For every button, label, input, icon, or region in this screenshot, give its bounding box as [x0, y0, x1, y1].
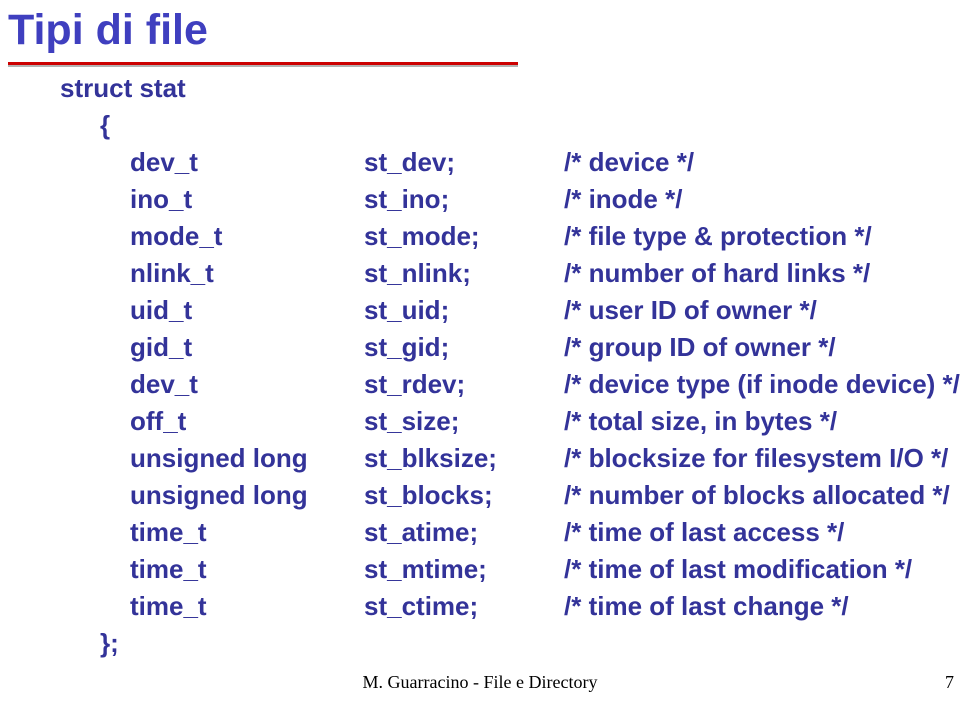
row-type: time_t	[130, 514, 364, 551]
row-type: ino_t	[130, 181, 364, 218]
slide: Tipi di file struct stat { dev_tst_dev;/…	[0, 0, 960, 705]
row-comment: /* device */	[564, 144, 694, 181]
row-field: st_gid;	[364, 329, 564, 366]
struct-row: time_tst_atime;/* time of last access */	[60, 514, 930, 551]
struct-row: dev_tst_dev;/* device */	[60, 144, 930, 181]
row-comment: /* time of last modification */	[564, 551, 912, 588]
row-type: nlink_t	[130, 255, 364, 292]
row-comment: /* number of blocks allocated */	[564, 477, 950, 514]
row-field: st_atime;	[364, 514, 564, 551]
struct-row: gid_tst_gid;/* group ID of owner */	[60, 329, 930, 366]
struct-row: time_tst_ctime;/* time of last change */	[60, 588, 930, 625]
row-comment: /* blocksize for filesystem I/O */	[564, 440, 948, 477]
row-field: st_blocks;	[364, 477, 564, 514]
struct-row: dev_tst_rdev;/* device type (if inode de…	[60, 366, 930, 403]
row-field: st_ctime;	[364, 588, 564, 625]
row-comment: /* inode */	[564, 181, 682, 218]
row-type: dev_t	[130, 366, 364, 403]
row-type: time_t	[130, 551, 364, 588]
row-field: st_uid;	[364, 292, 564, 329]
row-type: dev_t	[130, 144, 364, 181]
brace-close: };	[60, 625, 930, 662]
slide-title: Tipi di file	[8, 6, 208, 55]
struct-row: mode_tst_mode;/* file type & protection …	[60, 218, 930, 255]
row-field: st_size;	[364, 403, 564, 440]
row-comment: /* file type & protection */	[564, 218, 872, 255]
row-comment: /* group ID of owner */	[564, 329, 836, 366]
struct-decl: struct stat	[60, 70, 930, 107]
row-comment: /* number of hard links */	[564, 255, 870, 292]
row-type: mode_t	[130, 218, 364, 255]
footer-text: M. Guarracino - File e Directory	[0, 672, 960, 693]
row-field: st_mtime;	[364, 551, 564, 588]
row-comment: /* total size, in bytes */	[564, 403, 837, 440]
row-comment: /* time of last change */	[564, 588, 849, 625]
row-field: st_rdev;	[364, 366, 564, 403]
row-comment: /* time of last access */	[564, 514, 844, 551]
divider-gray	[8, 65, 518, 67]
row-field: st_mode;	[364, 218, 564, 255]
struct-row: uid_tst_uid;/* user ID of owner */	[60, 292, 930, 329]
row-type: unsigned long	[130, 440, 364, 477]
row-comment: /* device type (if inode device) */	[564, 366, 960, 403]
row-field: st_ino;	[364, 181, 564, 218]
struct-row: time_tst_mtime;/* time of last modificat…	[60, 551, 930, 588]
brace-open: {	[60, 107, 930, 144]
row-field: st_nlink;	[364, 255, 564, 292]
code-block: struct stat { dev_tst_dev;/* device */in…	[60, 70, 930, 662]
row-type: unsigned long	[130, 477, 364, 514]
row-type: time_t	[130, 588, 364, 625]
brace-open-text: {	[100, 110, 110, 140]
struct-row: nlink_tst_nlink;/* number of hard links …	[60, 255, 930, 292]
row-type: gid_t	[130, 329, 364, 366]
row-type: off_t	[130, 403, 364, 440]
row-type: uid_t	[130, 292, 364, 329]
struct-row: unsigned longst_blksize;/* blocksize for…	[60, 440, 930, 477]
row-field: st_dev;	[364, 144, 564, 181]
struct-row: off_tst_size;/* total size, in bytes */	[60, 403, 930, 440]
struct-row: unsigned longst_blocks;/* number of bloc…	[60, 477, 930, 514]
row-field: st_blksize;	[364, 440, 564, 477]
row-comment: /* user ID of owner */	[564, 292, 817, 329]
brace-close-text: };	[100, 628, 119, 658]
struct-keyword: struct stat	[60, 73, 186, 103]
struct-rows: dev_tst_dev;/* device */ino_tst_ino;/* i…	[60, 144, 930, 625]
page-number: 7	[945, 672, 954, 693]
struct-row: ino_tst_ino;/* inode */	[60, 181, 930, 218]
